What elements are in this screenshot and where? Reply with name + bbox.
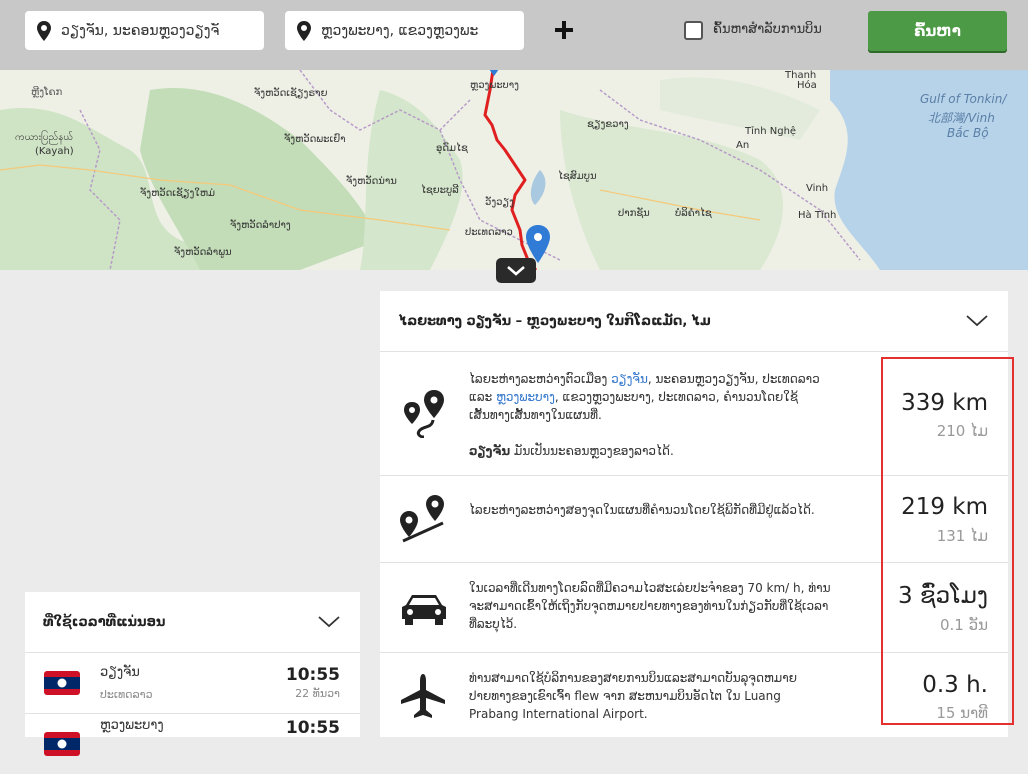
local-time-title: ທີ່ໃຊ້ເວລາທີ່ແນ່ນອນ xyxy=(43,615,166,630)
route-icon xyxy=(404,390,444,438)
map-label: Gulf of Tonkin/ xyxy=(920,92,1007,106)
timezone-row-destination: ຫຼວງພະບາງ 10:55 xyxy=(25,714,360,774)
airplane-icon xyxy=(401,674,445,718)
destination-input[interactable] xyxy=(321,22,524,39)
map-label: ကယားပြည်နယ် xyxy=(15,132,74,143)
map-label: ໄຊຍະບູລີ xyxy=(421,185,459,196)
map-label: ຈັງຫວັດນ່ານ xyxy=(346,176,397,187)
distance-points-icon xyxy=(400,495,444,543)
map-label: Tỉnh Nghệ xyxy=(745,126,797,137)
map-pin-icon xyxy=(37,20,51,41)
local-time-header[interactable]: ທີ່ໃຊ້ເວລາທີ່ແນ່ນອນ xyxy=(25,592,360,653)
map-label: ປາກຊັນ xyxy=(618,208,650,219)
map-label: ຫຼວງພະບາງ xyxy=(470,80,519,91)
plus-icon[interactable] xyxy=(551,16,577,44)
timezone-date: 22 ທັນວາ xyxy=(295,687,340,700)
map-label: Vinh xyxy=(806,183,829,194)
timezone-row-origin: ວຽງຈັນ ປະເທດລາວ 10:55 22 ທັນວາ xyxy=(25,653,360,714)
origin-field[interactable] xyxy=(25,11,264,50)
map-label: ຫຼີງໂຄກ xyxy=(31,87,63,98)
destination-city-link[interactable]: ຫຼວງພະບາງ xyxy=(496,390,555,404)
map-label: ຈັງຫວັດເຊັຽງຣາຍ xyxy=(254,88,328,99)
map-label: 北部灣/Vinh xyxy=(928,111,995,125)
map-label: ຈັງຫວັດລໍາພູນ xyxy=(174,247,232,258)
flight-search-label: ຄົ້ນຫາສໍາລັບການບິນ xyxy=(713,22,822,37)
destination-field[interactable] xyxy=(285,11,524,50)
route-line xyxy=(483,70,538,270)
map-label: ອຸດົມໄຊ xyxy=(436,143,468,154)
highlight-box xyxy=(881,357,1014,725)
local-time-card: ທີ່ໃຊ້ເວລາທີ່ແນ່ນອນ ວຽງຈັນ ປະເທດລາວ 10:5… xyxy=(25,592,360,756)
map-label: Hóa xyxy=(797,80,817,91)
laos-flag-icon xyxy=(44,732,80,756)
map-label: ບໍລິຄໍາໄຊ xyxy=(675,208,712,219)
map-pin-icon xyxy=(297,20,311,41)
search-bar: ຄົ້ນຫາສໍາລັບການບິນ ຄົ້ນຫາ xyxy=(0,0,1028,70)
distance-summary-header[interactable]: ໄລຍະທາງ ວຽງຈັນ – ຫຼວງພະບາງ ໃນກິໂລແມັດ, ໄ… xyxy=(380,291,1008,352)
timezone-country: ປະເທດລາວ xyxy=(100,688,153,701)
route-map[interactable]: ຫຼີງໂຄກ ຈັງຫວັດເຊັຽງຣາຍ ကယားပြည်နယ် (Kay… xyxy=(0,70,1028,270)
chevron-down-icon xyxy=(507,266,525,276)
timezone-time: 10:55 xyxy=(285,665,340,685)
timezone-city: ວຽງຈັນ xyxy=(100,665,140,680)
capital-note: ວຽງຈັນ ມັນເປັນນະຄອນຫຼວງຂອງລາວໄດ້. xyxy=(469,444,674,458)
map-label: ຈັງຫວັດລໍາປາງ xyxy=(230,220,291,231)
map-label: ໄຊສົມບູນ xyxy=(558,171,597,182)
map-collapse-button[interactable] xyxy=(496,258,536,283)
flight-search-checkbox[interactable] xyxy=(684,21,703,40)
origin-input[interactable] xyxy=(61,22,264,39)
origin-marker-icon[interactable] xyxy=(484,70,504,78)
map-label: ປະເທດລາວ xyxy=(465,227,513,238)
timezone-time: 10:55 xyxy=(285,718,340,738)
map-label: ວັງວຽງ xyxy=(485,197,514,208)
map-label: An xyxy=(736,140,750,151)
drive-time-description: ໃນເວລາທີ່ເດີນທາງໂດຍລົດທີ່ມີຄວາມໄວສະເລ່ຍປ… xyxy=(469,581,831,631)
summary-title: ໄລຍະທາງ ວຽງຈັນ – ຫຼວງພະບາງ ໃນກິໂລແມັດ, ໄ… xyxy=(399,314,711,329)
map-label: ຈັງຫວັດເຊັຽງໃຫມ່ xyxy=(140,188,216,199)
timezone-city: ຫຼວງພະບາງ xyxy=(100,718,164,733)
chevron-down-icon[interactable] xyxy=(318,616,340,628)
search-button[interactable]: ຄົ້ນຫາ xyxy=(868,11,1007,51)
map-label: (Kayah) xyxy=(35,146,74,157)
laos-flag-icon xyxy=(44,671,80,695)
map-label: Hà Tĩnh xyxy=(798,210,837,221)
map-label: ຈັງຫວັດພະເຢົາ xyxy=(284,134,346,145)
car-icon xyxy=(402,595,446,625)
map-label: Bắc Bộ xyxy=(947,126,989,140)
straight-distance-description: ໄລຍະຫ່າງລະຫວ່າງສອງຈຸດໃນແຜນທີ່ຄໍານວນໂດຍໃຊ… xyxy=(469,503,815,517)
map-label: ຊຽງຂວາງ xyxy=(587,119,629,130)
flight-time-description: ທ່ານສາມາດໃຊ້ບໍລິການຂອງສາຍການບິນແລະສາມາດບ… xyxy=(469,671,797,721)
origin-city-link[interactable]: ວຽງຈັນ xyxy=(611,372,648,386)
road-distance-description: ໄລຍະຫ່າງລະຫວ່າງຕົວເມືອງ ວຽງຈັນ, ນະຄອນຫຼວ… xyxy=(469,370,831,460)
chevron-down-icon[interactable] xyxy=(966,315,988,327)
